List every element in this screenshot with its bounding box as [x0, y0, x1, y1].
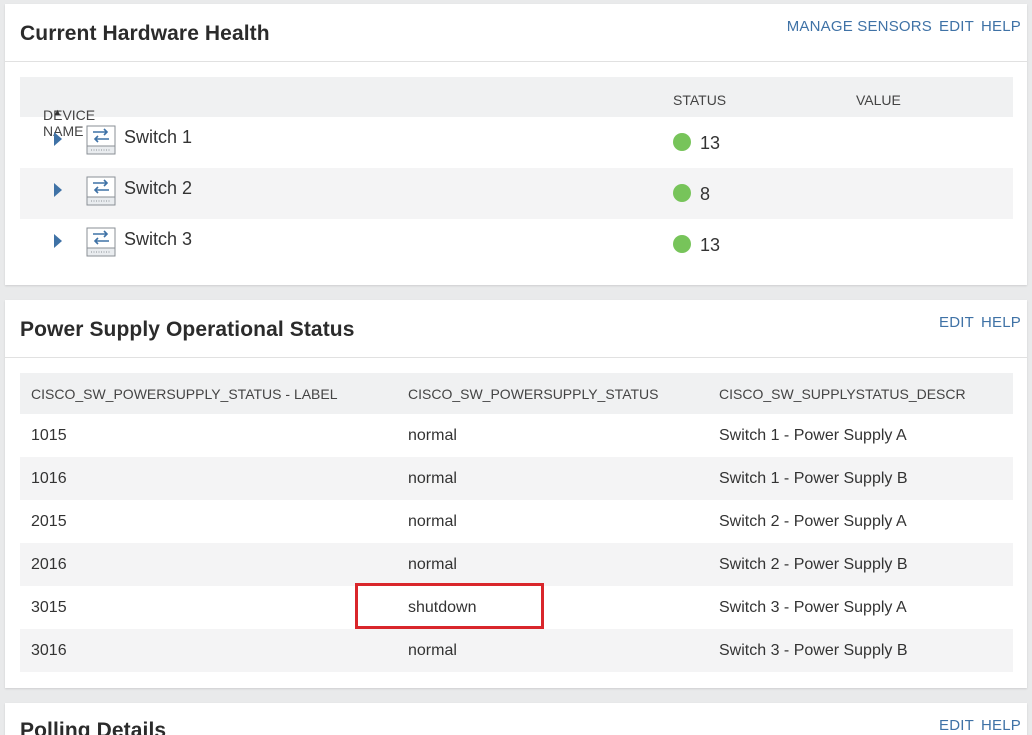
- hardware-rows: Switch 1 13 Switch 2 8 Switch 3 13: [20, 117, 1013, 270]
- table-header: DEVICE NAME ▲ STATUS VALUE: [20, 77, 1013, 139]
- panel-links: EDIT HELP: [932, 314, 1021, 331]
- description-cell: Switch 3 - Power Supply B: [708, 629, 1013, 672]
- power-supply-panel: Power Supply Operational Status EDIT HELP…: [5, 300, 1027, 688]
- help-link[interactable]: HELP: [981, 717, 1021, 734]
- table-row: 2015 normal Switch 2 - Power Supply A: [20, 500, 1013, 543]
- table-row: 3016 normal Switch 3 - Power Supply B: [20, 629, 1013, 672]
- status-cell: normal: [397, 543, 708, 586]
- column-header-label[interactable]: CISCO_SW_POWERSUPPLY_STATUS - LABEL: [20, 373, 397, 414]
- table-row[interactable]: Switch 1 13: [20, 117, 1013, 168]
- sort-ascending-icon[interactable]: ▲: [53, 107, 62, 117]
- edit-link[interactable]: EDIT: [939, 314, 974, 331]
- panel-links: MANAGE SENSORS EDIT HELP: [780, 18, 1021, 35]
- table-row: 3015 shutdown Switch 3 - Power Supply A: [20, 586, 1013, 629]
- panel-header: Polling Details EDIT HELP: [5, 703, 1027, 735]
- label-cell: 2016: [20, 543, 397, 586]
- edit-link[interactable]: EDIT: [939, 18, 974, 35]
- description-cell: Switch 3 - Power Supply A: [719, 598, 907, 616]
- column-header-status[interactable]: STATUS: [673, 92, 726, 108]
- panel-header: Current Hardware Health MANAGE SENSORS ED…: [5, 4, 1027, 62]
- switch-device-icon: [86, 176, 116, 206]
- label-cell: 1016: [20, 457, 397, 500]
- expand-arrow-icon[interactable]: [54, 132, 62, 146]
- table-row: 2016 normal Switch 2 - Power Supply B: [20, 543, 1013, 586]
- hardware-table: DEVICE NAME ▲ STATUS VALUE Switch 1 13 Swit…: [20, 77, 1013, 270]
- help-link[interactable]: HELP: [981, 314, 1021, 331]
- panel-title: Current Hardware Health: [20, 22, 270, 45]
- table-row: 1015 normal Switch 1 - Power Supply A: [20, 414, 1013, 457]
- column-header-status[interactable]: CISCO_SW_POWERSUPPLY_STATUS: [397, 373, 708, 414]
- column-header-value[interactable]: VALUE: [856, 92, 901, 108]
- status-value: 13: [700, 133, 721, 153]
- device-name[interactable]: Switch 3: [124, 229, 192, 250]
- switch-device-icon: [86, 125, 116, 155]
- edit-link[interactable]: EDIT: [939, 717, 974, 734]
- device-name[interactable]: Switch 2: [124, 178, 192, 199]
- description-cell: Switch 2 - Power Supply B: [708, 543, 1013, 586]
- switch-device-icon: [86, 227, 116, 257]
- status-cell: normal: [397, 629, 708, 672]
- manage-sensors-link[interactable]: MANAGE SENSORS: [787, 18, 932, 35]
- table-row[interactable]: Switch 3 13: [20, 219, 1013, 270]
- status-ok-icon: [673, 235, 691, 253]
- status-cell: normal: [397, 457, 708, 500]
- status-value: 13: [700, 235, 721, 255]
- label-cell: 3015: [31, 598, 67, 616]
- status-cell: shutdown: [408, 598, 477, 616]
- table-row: 1016 normal Switch 1 - Power Supply B: [20, 457, 1013, 500]
- expand-arrow-icon[interactable]: [54, 183, 62, 197]
- expand-arrow-icon[interactable]: [54, 234, 62, 248]
- help-link[interactable]: HELP: [981, 18, 1021, 35]
- panel-links: EDIT HELP: [932, 717, 1021, 734]
- polling-details-panel: Polling Details EDIT HELP: [5, 703, 1027, 735]
- hardware-health-panel: Current Hardware Health MANAGE SENSORS ED…: [5, 4, 1027, 285]
- description-cell: Switch 2 - Power Supply A: [719, 512, 907, 530]
- label-cell: 3016: [20, 629, 397, 672]
- table-header: CISCO_SW_POWERSUPPLY_STATUS - LABEL CISC…: [20, 373, 1013, 414]
- status-ok-icon: [673, 184, 691, 202]
- power-supply-table: CISCO_SW_POWERSUPPLY_STATUS - LABEL CISC…: [20, 373, 1013, 672]
- column-header-descr[interactable]: CISCO_SW_SUPPLYSTATUS_DESCR: [708, 373, 1013, 414]
- status-ok-icon: [673, 133, 691, 151]
- label-cell: 1015: [31, 426, 67, 444]
- description-cell: Switch 1 - Power Supply A: [719, 426, 907, 444]
- device-name[interactable]: Switch 1: [124, 127, 192, 148]
- table-row[interactable]: Switch 2 8: [20, 168, 1013, 219]
- label-cell: 2015: [31, 512, 67, 530]
- status-cell: normal: [408, 512, 457, 530]
- status-cell: normal: [408, 426, 457, 444]
- description-cell: Switch 1 - Power Supply B: [708, 457, 1013, 500]
- panel-title: Polling Details: [20, 719, 167, 735]
- status-value: 8: [700, 184, 711, 204]
- panel-header: Power Supply Operational Status EDIT HELP: [5, 300, 1027, 358]
- power-supply-rows: 1015 normal Switch 1 - Power Supply A 1016 n…: [20, 414, 1013, 672]
- panel-title: Power Supply Operational Status: [20, 318, 355, 341]
